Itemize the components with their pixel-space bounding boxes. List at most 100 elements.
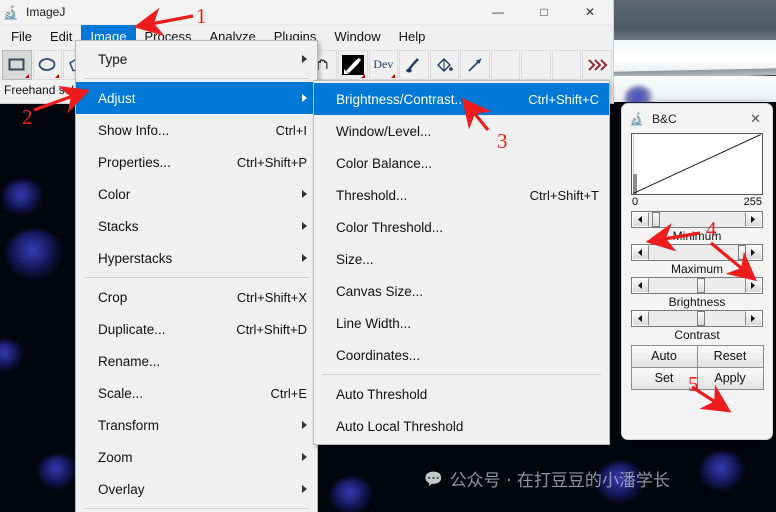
slider-right-arrow-icon[interactable] — [745, 212, 762, 227]
bc-title-bar: 🔬 B&C ✕ — [622, 104, 772, 133]
dropper-icon — [341, 54, 364, 75]
slider-minimum[interactable] — [631, 211, 763, 228]
slider-maximum[interactable] — [631, 244, 763, 261]
menu-item-stacks[interactable]: Stacks — [76, 210, 317, 242]
slider-track[interactable] — [649, 278, 745, 293]
menubar-item-help[interactable]: Help — [390, 25, 435, 47]
slider-label-contrast: Contrast — [674, 328, 720, 342]
menu-item-line-width[interactable]: Line Width... — [314, 307, 609, 339]
bc-body: 0 255 Minimum Maximum Brightness Contrast A… — [622, 133, 772, 390]
fill-tool[interactable] — [429, 49, 460, 80]
slider-track[interactable] — [649, 311, 745, 326]
menu-item-label: Crop — [98, 289, 128, 305]
slider-left-arrow-icon[interactable] — [632, 311, 649, 326]
menu-item-window-level[interactable]: Window/Level... — [314, 115, 609, 147]
auto-button[interactable]: Auto — [630, 344, 698, 368]
menu-item-color-threshold[interactable]: Color Threshold... — [314, 211, 609, 243]
slider-group-maximum: Maximum — [631, 244, 763, 276]
tool-menu-triangle-icon[interactable] — [360, 73, 365, 78]
close-button[interactable]: ✕ — [567, 0, 613, 25]
set-button[interactable]: Set — [630, 366, 698, 390]
dropper-tool[interactable] — [338, 49, 368, 80]
microscope-icon: 🔬 — [629, 111, 644, 126]
menu-item-size[interactable]: Size... — [314, 243, 609, 275]
menu-item-canvas-size[interactable]: Canvas Size... — [314, 275, 609, 307]
slider-left-arrow-icon[interactable] — [632, 212, 649, 227]
menu-item-color-balance[interactable]: Color Balance... — [314, 147, 609, 179]
cell-blob — [0, 340, 24, 372]
slider-thumb[interactable] — [738, 245, 747, 260]
oval-icon — [38, 57, 56, 72]
slider-label-brightness: Brightness — [668, 295, 726, 309]
brush-icon — [405, 57, 423, 73]
slider-track[interactable] — [649, 245, 747, 260]
menu-item-color[interactable]: Color — [76, 178, 317, 210]
apply-button[interactable]: Apply — [696, 366, 764, 390]
menu-item-brightness-contrast[interactable]: Brightness/Contrast... Ctrl+Shift+C — [314, 83, 609, 115]
histogram-axis-labels: 0 255 — [631, 195, 763, 210]
slider-thumb[interactable] — [651, 212, 660, 227]
menu-item-coordinates[interactable]: Coordinates... — [314, 339, 609, 371]
title-bar: 🔬 ImageJ — □ ✕ — [0, 0, 613, 25]
slider-contrast[interactable] — [631, 310, 763, 327]
menu-item-transform[interactable]: Transform — [76, 409, 317, 441]
menu-item-auto-threshold[interactable]: Auto Threshold — [314, 378, 609, 410]
maximize-button[interactable]: □ — [521, 0, 567, 25]
menu-item-shortcut: Ctrl+Shift+X — [236, 289, 307, 305]
microscope-icon: 🔬 — [2, 4, 20, 20]
slider-right-arrow-icon[interactable] — [745, 278, 762, 293]
slider-track[interactable] — [649, 212, 745, 227]
more-tools[interactable] — [582, 49, 612, 80]
rectangle-tool[interactable] — [2, 49, 32, 80]
slider-left-arrow-icon[interactable] — [632, 278, 649, 293]
menu-item-properties[interactable]: Properties... Ctrl+Shift+P — [76, 146, 317, 178]
slider-thumb[interactable] — [697, 278, 705, 293]
menu-item-show-info[interactable]: Show Info... Ctrl+I — [76, 114, 317, 146]
slider-brightness[interactable] — [631, 277, 763, 294]
slider-thumb[interactable] — [697, 311, 705, 326]
arrow-icon — [466, 57, 484, 73]
brush-tool[interactable] — [399, 49, 429, 80]
bc-close-icon[interactable]: ✕ — [743, 111, 768, 127]
menubar-item-window[interactable]: Window — [325, 25, 389, 47]
cell-blob — [330, 478, 374, 512]
menu-item-adjust[interactable]: Adjust — [76, 82, 317, 114]
submenu-arrow-icon — [302, 421, 307, 429]
menu-item-scale[interactable]: Scale... Ctrl+E — [76, 377, 317, 409]
empty-slot-2[interactable] — [521, 49, 551, 80]
slider-left-arrow-icon[interactable] — [632, 245, 649, 260]
menu-item-auto-local-threshold[interactable]: Auto Local Threshold — [314, 410, 609, 442]
bc-sliders: Minimum Maximum Brightness Contrast — [631, 211, 763, 342]
dev-tool[interactable]: Dev — [368, 49, 399, 80]
minimize-button[interactable]: — — [475, 0, 521, 25]
menu-item-rename[interactable]: Rename... — [76, 345, 317, 377]
window-controls: — □ ✕ — [475, 0, 613, 25]
menu-item-label: Stacks — [98, 218, 139, 234]
menu-item-label: Adjust — [98, 90, 136, 106]
menu-item-shortcut: Ctrl+Shift+P — [236, 154, 307, 170]
empty-slot-3[interactable] — [551, 49, 582, 80]
submenu-arrow-icon — [302, 254, 307, 262]
reset-button[interactable]: Reset — [696, 344, 764, 368]
menu-item-hyperstacks[interactable]: Hyperstacks — [76, 242, 317, 274]
slider-right-arrow-icon[interactable] — [745, 311, 762, 326]
menu-item-zoom[interactable]: Zoom — [76, 441, 317, 473]
tool-menu-triangle-icon[interactable] — [24, 73, 29, 78]
tool-menu-triangle-icon[interactable] — [391, 73, 396, 78]
menu-item-threshold[interactable]: Threshold... Ctrl+Shift+T — [314, 179, 609, 211]
menu-item-label: Color Threshold... — [336, 219, 444, 235]
oval-tool[interactable] — [32, 49, 63, 80]
watermark-text: 公众号 · 在打豆豆的小潘学长 — [449, 471, 670, 491]
menu-item-duplicate[interactable]: Duplicate... Ctrl+Shift+D — [76, 313, 317, 345]
empty-slot-1[interactable] — [490, 49, 521, 80]
submenu-arrow-icon — [302, 485, 307, 493]
menubar-item-file[interactable]: File — [2, 25, 41, 47]
tool-menu-triangle-icon[interactable] — [55, 73, 60, 78]
arrow-tool[interactable] — [460, 49, 490, 80]
menu-item-type[interactable]: Type — [76, 43, 317, 75]
menu-item-crop[interactable]: Crop Ctrl+Shift+X — [76, 281, 317, 313]
menu-item-overlay[interactable]: Overlay — [76, 473, 317, 505]
slider-right-arrow-icon[interactable] — [745, 245, 762, 260]
submenu-arrow-icon — [302, 94, 307, 102]
window-title: ImageJ — [26, 5, 66, 19]
